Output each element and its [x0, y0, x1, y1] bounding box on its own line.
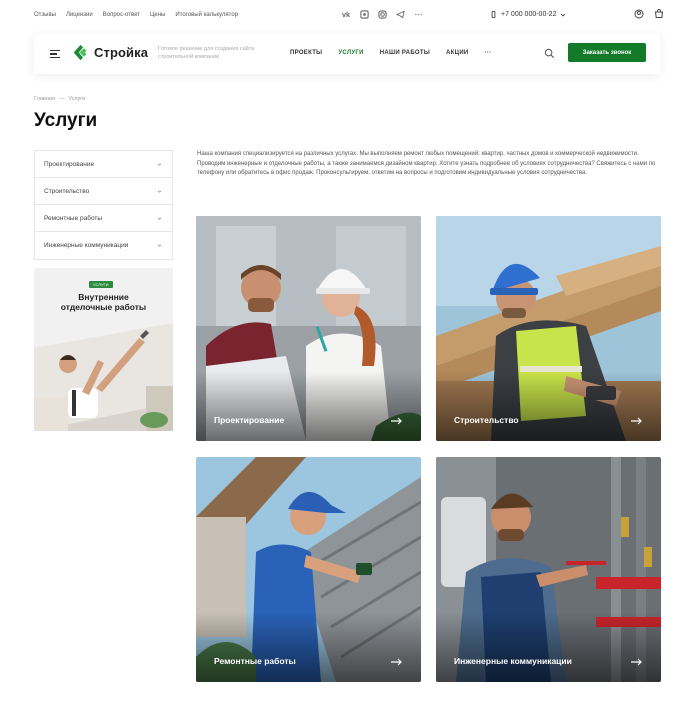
top-icons: [634, 9, 664, 19]
service-card-engineering[interactable]: Инженерные коммуникации: [436, 457, 661, 682]
card-title: Инженерные коммуникации: [454, 656, 572, 666]
sidebar-item-design[interactable]: Проектирование: [35, 151, 172, 178]
top-bar: Отзывы Лицензии Вопрос-ответ Цены Итогов…: [0, 0, 680, 34]
more-icon[interactable]: [414, 10, 423, 19]
breadcrumb-separator: —: [58, 96, 65, 102]
service-card-design[interactable]: Проектирование: [196, 216, 421, 441]
request-call-button[interactable]: Заказать звонок: [568, 43, 646, 62]
top-link-reviews[interactable]: Отзывы: [34, 12, 56, 18]
top-link-calculator[interactable]: Итоговый калькулятор: [175, 12, 238, 18]
arrow-right-icon: [631, 417, 642, 425]
sidebar-menu: Проектирование Строительство Ремонтные р…: [34, 150, 173, 260]
card-title: Строительство: [454, 415, 519, 425]
nav-projects[interactable]: ПРОЕКТЫ: [290, 50, 322, 56]
logo-icon: [73, 44, 87, 61]
sidebar-item-construction[interactable]: Строительство: [35, 178, 172, 205]
phone-text: +7 000 000-00-22: [501, 11, 557, 18]
main-header: Стройка Готовое решение для создания сай…: [34, 34, 660, 74]
breadcrumb-home[interactable]: Главная: [34, 96, 55, 102]
promo-title-line1: Внутренние: [78, 292, 129, 302]
top-link-licenses[interactable]: Лицензии: [66, 12, 93, 18]
chevron-down-icon: [157, 244, 162, 247]
phone-icon: [491, 11, 496, 18]
promo-title: Внутренние отделочные работы: [34, 292, 173, 312]
arrow-right-icon: [391, 658, 402, 666]
arrow-right-icon: [391, 417, 402, 425]
telegram-icon[interactable]: [396, 10, 405, 19]
card-shade: [436, 371, 661, 441]
top-links: Отзывы Лицензии Вопрос-ответ Цены Итогов…: [34, 12, 238, 18]
sidebar-item-repair[interactable]: Ремонтные работы: [35, 205, 172, 232]
sidebar-item-label: Проектирование: [44, 160, 95, 168]
breadcrumb-current: Услуги: [68, 96, 86, 102]
service-card-construction[interactable]: Строительство: [436, 216, 661, 441]
ok-icon[interactable]: [360, 10, 369, 19]
card-title: Проектирование: [214, 415, 285, 425]
chevron-down-icon: [157, 162, 162, 166]
card-shade: [436, 612, 661, 682]
service-card-repair[interactable]: Ремонтные работы: [196, 457, 421, 682]
tagline: Готовое решение для создания сайта строи…: [158, 46, 255, 60]
promo-banner[interactable]: УСЛУГИ Внутренние отделочные работы: [34, 268, 173, 431]
nav-services[interactable]: УСЛУГИ: [338, 50, 363, 56]
sidebar-item-label: Ремонтные работы: [44, 214, 103, 222]
user-icon[interactable]: [634, 9, 644, 19]
svg-text:vk: vk: [342, 10, 350, 19]
search-icon[interactable]: [544, 48, 555, 59]
card-shade: [196, 371, 421, 441]
cart-icon[interactable]: [654, 9, 664, 19]
promo-badge: УСЛУГИ: [89, 281, 113, 288]
menu-icon[interactable]: [50, 50, 60, 59]
nav-promotions[interactable]: АКЦИИ: [446, 50, 469, 56]
vk-icon[interactable]: vk: [342, 10, 351, 19]
logo[interactable]: Стройка: [72, 44, 148, 61]
chevron-down-icon: [157, 216, 162, 220]
promo-title-line2: отделочные работы: [60, 302, 147, 312]
nav-our-works[interactable]: НАШИ РАБОТЫ: [380, 50, 430, 56]
main-nav: ПРОЕКТЫ УСЛУГИ НАШИ РАБОТЫ АКЦИИ ···: [290, 50, 491, 56]
card-title: Ремонтные работы: [214, 656, 296, 666]
chevron-down-icon: [157, 189, 162, 193]
logo-text: Стройка: [94, 45, 149, 60]
top-link-prices[interactable]: Цены: [150, 12, 165, 18]
card-shade: [196, 612, 421, 682]
page-title: Услуги: [34, 110, 98, 131]
top-link-faq[interactable]: Вопрос-ответ: [103, 12, 140, 18]
arrow-right-icon: [631, 658, 642, 666]
services-description: Наша компания специализируется на различ…: [197, 151, 656, 176]
chevron-down-icon: [561, 13, 566, 17]
social-links: vk: [342, 10, 423, 19]
sidebar-item-engineering[interactable]: Инженерные коммуникации: [35, 232, 172, 259]
nav-more[interactable]: ···: [485, 50, 492, 56]
instagram-icon[interactable]: [378, 10, 387, 19]
breadcrumb: Главная — Услуги: [34, 96, 85, 102]
phone-number[interactable]: +7 000 000-00-22: [490, 11, 566, 18]
sidebar-item-label: Строительство: [44, 187, 90, 195]
sidebar-item-label: Инженерные коммуникации: [44, 242, 129, 249]
